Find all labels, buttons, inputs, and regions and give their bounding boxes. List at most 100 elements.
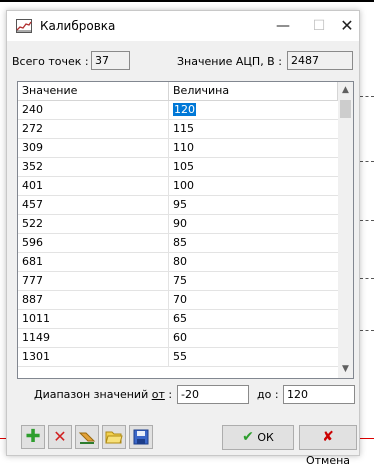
cell-quantity-text: 105 — [173, 160, 194, 173]
cell-value[interactable]: 401 — [22, 179, 43, 192]
checkmark-icon: ✔ — [242, 429, 254, 445]
table-row[interactable]: 887 70 — [18, 291, 338, 310]
add-row-icon: ✚ — [25, 426, 41, 447]
table-row[interactable]: 1011 65 — [18, 310, 338, 329]
cell-quantity-text: 60 — [173, 331, 187, 344]
cell-separator — [168, 158, 169, 176]
add-row-button[interactable]: ✚ — [21, 425, 45, 449]
cell-quantity-text: 115 — [173, 122, 194, 135]
cell-quantity-text: 80 — [173, 255, 187, 268]
column-header-value[interactable]: Значение — [22, 84, 77, 97]
background-red-line — [360, 438, 374, 439]
cell-separator — [168, 120, 169, 138]
table-row[interactable]: 272 115 — [18, 120, 338, 139]
table-row[interactable]: 681 80 — [18, 253, 338, 272]
delete-row-button[interactable]: ✕ — [48, 425, 72, 449]
adc-value-field: 2487 — [287, 51, 353, 70]
vertical-scrollbar[interactable]: ▲ ▼ — [338, 82, 353, 378]
background-dash — [360, 278, 374, 279]
table-header: Значение Величина — [18, 82, 338, 101]
range-label-from: от — [151, 388, 165, 401]
table-row[interactable]: 596 85 — [18, 234, 338, 253]
calibration-dialog: Калибровка — ☐ ✕ Всего точек : 37 Значен… — [6, 10, 360, 467]
column-header-quantity[interactable]: Величина — [173, 84, 229, 97]
cell-quantity-text: 100 — [173, 179, 194, 192]
delete-row-icon: ✕ — [53, 427, 67, 446]
cell-quantity-text: 55 — [173, 350, 187, 363]
table-row[interactable]: 1301 55 — [18, 348, 338, 367]
cell-separator — [168, 101, 169, 119]
cell-value[interactable]: 522 — [22, 217, 43, 230]
table-row[interactable]: 309 110 — [18, 139, 338, 158]
cell-quantity[interactable]: 65 — [173, 312, 187, 325]
cell-quantity-text: 70 — [173, 293, 187, 306]
cell-value[interactable]: 596 — [22, 236, 43, 249]
cell-value[interactable]: 1301 — [22, 350, 50, 363]
scroll-up-icon[interactable]: ▲ — [338, 82, 353, 99]
table-row[interactable]: 522 90 — [18, 215, 338, 234]
background-dash — [360, 96, 374, 97]
cell-quantity[interactable]: 80 — [173, 255, 187, 268]
open-file-button[interactable] — [102, 425, 126, 449]
table-row[interactable]: 240 120 — [18, 101, 338, 120]
cell-value[interactable]: 272 — [22, 122, 43, 135]
cell-quantity[interactable]: 85 — [173, 236, 187, 249]
scroll-down-icon[interactable]: ▼ — [338, 361, 353, 378]
cell-separator — [168, 329, 169, 347]
background-dash — [360, 161, 374, 162]
adc-label: Значение АЦП, В : — [177, 55, 282, 68]
cell-separator — [168, 310, 169, 328]
cell-quantity-text: 90 — [173, 217, 187, 230]
range-to-label: до : — [257, 388, 279, 401]
table-row[interactable]: 401 100 — [18, 177, 338, 196]
table-row[interactable]: 352 105 — [18, 158, 338, 177]
cell-separator — [168, 253, 169, 271]
cell-quantity-text: 120 — [173, 103, 196, 116]
cell-value[interactable]: 887 — [22, 293, 43, 306]
cell-quantity[interactable]: 55 — [173, 350, 187, 363]
cell-value[interactable]: 1149 — [22, 331, 50, 344]
cell-value[interactable]: 1011 — [22, 312, 50, 325]
cell-quantity[interactable]: 95 — [173, 198, 187, 211]
cell-separator — [168, 234, 169, 252]
clear-button[interactable] — [75, 425, 99, 449]
save-button[interactable] — [129, 425, 153, 449]
cell-value[interactable]: 777 — [22, 274, 43, 287]
background-dash — [360, 330, 374, 331]
ok-button[interactable]: ✔ ОК — [222, 425, 294, 450]
cell-quantity-text: 110 — [173, 141, 194, 154]
minimize-button[interactable]: — — [265, 15, 301, 37]
cell-value[interactable]: 240 — [22, 103, 43, 116]
points-label: Всего точек : — [12, 55, 89, 68]
cell-separator — [168, 215, 169, 233]
cell-quantity[interactable]: 90 — [173, 217, 187, 230]
range-from-input[interactable]: -20 — [177, 385, 249, 404]
calibration-table[interactable]: Значение Величина 240 120 272 115 309 110 352 1… — [17, 81, 354, 379]
cell-value[interactable]: 309 — [22, 141, 43, 154]
cell-separator — [168, 177, 169, 195]
table-row[interactable]: 1149 60 — [18, 329, 338, 348]
cell-quantity[interactable]: 115 — [173, 122, 194, 135]
cell-quantity[interactable]: 105 — [173, 160, 194, 173]
cell-separator — [168, 196, 169, 214]
cell-value[interactable]: 352 — [22, 160, 43, 173]
cell-quantity[interactable]: 75 — [173, 274, 187, 287]
cell-value[interactable]: 457 — [22, 198, 43, 211]
range-label: Диапазон значений от : — [34, 388, 172, 401]
cell-quantity[interactable]: 60 — [173, 331, 187, 344]
cell-separator — [168, 348, 169, 366]
range-to-input[interactable]: 120 — [283, 385, 355, 404]
cell-quantity-text: 65 — [173, 312, 187, 325]
close-button[interactable]: ✕ — [329, 15, 365, 37]
table-row[interactable]: 777 75 — [18, 272, 338, 291]
cell-quantity[interactable]: 100 — [173, 179, 194, 192]
cell-quantity[interactable]: 110 — [173, 141, 194, 154]
cell-quantity[interactable]: 120 — [173, 103, 196, 116]
window-title: Калибровка — [40, 19, 116, 33]
cancel-button[interactable]: ✘ Отмена — [299, 425, 357, 467]
background-line — [0, 0, 374, 2]
cell-value[interactable]: 681 — [22, 255, 43, 268]
table-row[interactable]: 457 95 — [18, 196, 338, 215]
scroll-thumb[interactable] — [340, 100, 351, 118]
cell-quantity[interactable]: 70 — [173, 293, 187, 306]
